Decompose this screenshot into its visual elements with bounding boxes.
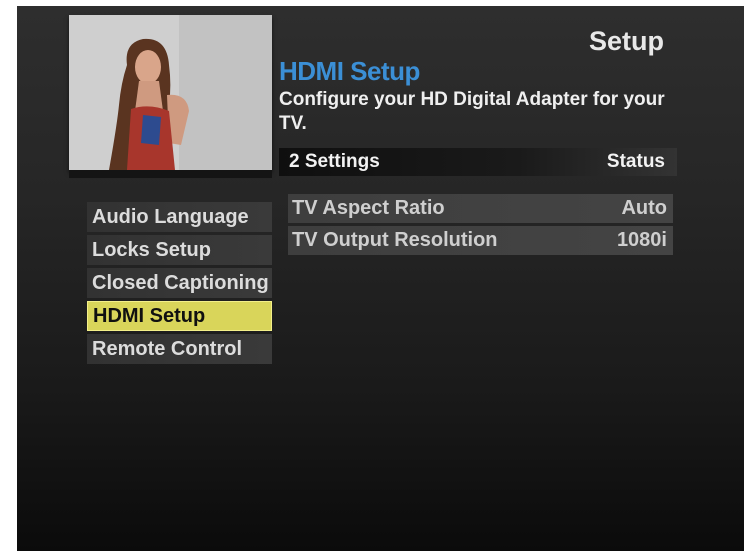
menu-item-audio-language[interactable]: Audio Language xyxy=(87,202,272,232)
settings-header: 2 Settings Status xyxy=(279,148,677,176)
settings-count: 2 Settings xyxy=(289,151,380,172)
preview-underbar xyxy=(69,170,272,178)
tv-screen: Setup HDMI Setup Configure your HD Digit… xyxy=(17,6,744,551)
setting-name: TV Aspect Ratio xyxy=(292,197,445,219)
setting-row-output-resolution[interactable]: TV Output Resolution 1080i xyxy=(288,226,673,255)
setting-name: TV Output Resolution xyxy=(292,229,498,251)
setting-row-aspect-ratio[interactable]: TV Aspect Ratio Auto xyxy=(288,194,673,223)
status-column-label: Status xyxy=(606,151,665,172)
preview-image xyxy=(69,15,272,170)
menu-item-hdmi-setup[interactable]: HDMI Setup xyxy=(87,301,272,331)
menu-item-locks-setup[interactable]: Locks Setup xyxy=(87,235,272,265)
setting-value: Auto xyxy=(621,197,667,219)
setup-menu: Audio Language Locks Setup Closed Captio… xyxy=(87,202,272,367)
settings-list: TV Aspect Ratio Auto TV Output Resolutio… xyxy=(288,194,673,258)
screen-title: Setup xyxy=(588,26,664,56)
menu-item-closed-captioning[interactable]: Closed Captioning xyxy=(87,268,272,298)
menu-item-remote-control[interactable]: Remote Control xyxy=(87,334,272,364)
setting-value: 1080i xyxy=(616,229,667,251)
section-title: HDMI Setup xyxy=(279,56,420,86)
video-preview xyxy=(69,15,272,170)
section-description: Configure your HD Digital Adapter for yo… xyxy=(279,89,665,134)
